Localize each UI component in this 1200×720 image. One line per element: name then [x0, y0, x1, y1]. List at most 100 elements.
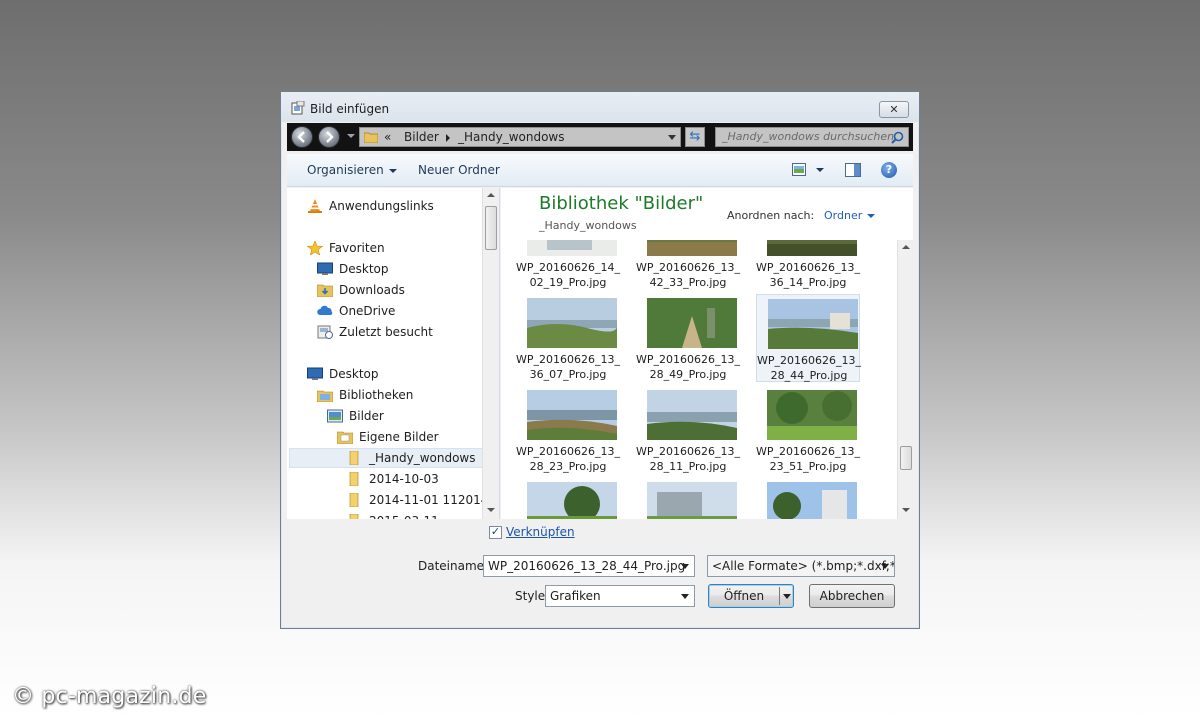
file-tile[interactable]: WP_20160626_13_ 42_33_Pro.jpg — [636, 240, 740, 290]
filename-label: Dateiname: — [418, 559, 489, 573]
file-name: WP_20160626_13_ 36_14_Pro.jpg — [756, 261, 860, 289]
file-name: WP_20160626_13_ 36_07_Pro.jpg — [516, 353, 620, 381]
file-type-value: <Alle Formate> (*.bmp;*.dxf;*.e — [712, 559, 895, 573]
nav-item-label: OneDrive — [339, 304, 396, 318]
open-button-label: Öffnen — [723, 589, 765, 603]
help-button[interactable]: ? — [881, 162, 897, 178]
desktop-icon — [307, 367, 323, 380]
nav-item-label: 2014-11-01 112014 — [369, 493, 489, 507]
breadcrumb-overflow[interactable]: « — [384, 130, 391, 144]
link-checkbox[interactable]: ✓ — [489, 526, 502, 539]
nav-item-label: Zuletzt besucht — [339, 325, 433, 339]
folder-icon — [349, 472, 359, 486]
folder-icon — [349, 514, 359, 519]
scroll-up-arrow-icon[interactable] — [487, 193, 495, 197]
back-button[interactable] — [291, 126, 313, 148]
chevron-down-icon[interactable] — [783, 594, 791, 599]
arrange-by-dropdown[interactable]: Ordner — [824, 209, 876, 222]
refresh-button[interactable]: ⇆ — [685, 127, 705, 147]
cancel-button[interactable]: Abbrechen — [809, 584, 895, 608]
navpane-scroll-thumb[interactable] — [485, 206, 497, 250]
scroll-down-arrow-icon[interactable] — [487, 508, 495, 512]
open-button[interactable]: Öffnen — [708, 584, 794, 608]
close-button[interactable]: ✕ — [879, 101, 909, 118]
search-input[interactable]: _Handy_wondows durchsuchen — [722, 130, 894, 143]
file-name: WP_20160626_13_ 42_33_Pro.jpg — [636, 261, 740, 289]
command-bar: Organisieren Neuer Ordner ? — [287, 154, 913, 187]
file-tile[interactable] — [636, 478, 740, 519]
filename-field[interactable]: WP_20160626_13_28_44_Pro.jpg — [483, 555, 695, 577]
nav-item-label: Downloads — [339, 283, 405, 297]
chevron-down-icon[interactable] — [881, 564, 889, 569]
file-list-pane: Bibliothek "Bilder" _Handy_wondows Anord… — [501, 188, 913, 519]
nav-item-label: _Handy_wondows — [369, 451, 476, 465]
style-value: Grafiken — [550, 589, 601, 603]
library-title: Bibliothek "Bilder" — [539, 193, 704, 214]
organize-button[interactable]: Organisieren — [307, 163, 397, 177]
folder-icon — [349, 493, 359, 507]
file-tile[interactable]: WP_20160626_13_ 36_14_Pro.jpg — [756, 240, 860, 290]
file-tile-selected[interactable]: WP_20160626_13_ 28_44_Pro.jpg — [756, 294, 861, 382]
photo-thumbnail — [527, 482, 617, 519]
chevron-down-icon[interactable] — [681, 564, 689, 569]
libraries-icon — [317, 390, 333, 402]
file-tile[interactable]: WP_20160626_13_ 36_07_Pro.jpg — [516, 294, 620, 382]
preview-pane-icon[interactable] — [845, 163, 861, 177]
file-tile[interactable]: WP_20160626_13_ 28_11_Pro.jpg — [636, 386, 740, 474]
view-options-icon[interactable] — [792, 163, 806, 176]
new-folder-button[interactable]: Neuer Ordner — [418, 163, 500, 177]
address-dropdown[interactable] — [668, 135, 676, 140]
refresh-icon: ⇆ — [689, 129, 701, 144]
split-divider — [779, 587, 780, 605]
file-tile[interactable]: WP_20160626_14_ 02_19_Pro.jpg — [516, 240, 620, 290]
navigation-bar: « Bilder _Handy_wondows ⇆ _Handy_wondows… — [287, 123, 913, 151]
search-icon[interactable] — [891, 131, 904, 144]
cloud-icon — [317, 305, 333, 315]
title-bar[interactable]: Bild einfügen ✕ — [281, 92, 919, 122]
arrange-by-label: Anordnen nach: — [727, 209, 815, 222]
scroll-up-arrow-icon[interactable] — [902, 245, 910, 249]
navpane-scrollbar[interactable] — [482, 188, 499, 519]
thumbnail-grid: WP_20160626_14_ 02_19_Pro.jpg WP_20160626… — [501, 240, 899, 519]
photo-thumbnail — [527, 390, 617, 440]
photo-thumbnail — [647, 298, 737, 348]
file-tile[interactable]: WP_20160626_13_ 23_51_Pro.jpg — [756, 386, 860, 474]
file-tile[interactable]: WP_20160626_13_ 28_49_Pro.jpg — [636, 294, 740, 382]
nav-item-label: Desktop — [329, 367, 379, 381]
chevron-down-icon[interactable] — [681, 594, 689, 599]
forward-button[interactable] — [318, 126, 340, 148]
breadcrumb-bilder[interactable]: Bilder — [404, 130, 439, 144]
file-type-select[interactable]: <Alle Formate> (*.bmp;*.dxf;*.e — [707, 555, 895, 577]
vlc-cone-icon — [308, 199, 322, 213]
address-bar[interactable]: « Bilder _Handy_wondows — [359, 127, 681, 147]
folder-icon — [364, 132, 378, 143]
dialog-title: Bild einfügen — [310, 102, 390, 116]
nav-item-label: Bibliotheken — [339, 388, 414, 402]
photo-thumbnail — [767, 390, 857, 440]
folder-icon — [349, 451, 359, 465]
link-checkbox-label[interactable]: Verknüpfen — [506, 525, 575, 539]
search-box[interactable]: _Handy_wondows durchsuchen — [715, 127, 909, 147]
file-list-scrollbar[interactable] — [897, 240, 913, 519]
recent-locations-dropdown[interactable] — [347, 134, 355, 138]
scroll-down-arrow-icon[interactable] — [902, 508, 910, 512]
file-tile[interactable] — [756, 478, 860, 519]
breadcrumb-current-folder[interactable]: _Handy_wondows — [458, 130, 565, 144]
organize-label: Organisieren — [307, 163, 384, 177]
nav-item-label: Eigene Bilder — [359, 430, 439, 444]
breadcrumb-separator[interactable] — [446, 134, 450, 142]
insert-picture-dialog: Bild einfügen ✕ « Bilder _Handy_wondows … — [280, 91, 920, 629]
photo-thumbnail — [527, 240, 617, 256]
pictures-library-icon — [327, 409, 343, 423]
file-tile[interactable] — [516, 478, 620, 519]
back-arrow-icon — [297, 131, 305, 143]
file-tile[interactable]: WP_20160626_13_ 28_23_Pro.jpg — [516, 386, 620, 474]
style-select[interactable]: Grafiken — [545, 585, 695, 607]
nav-item-label: Bilder — [349, 409, 384, 423]
file-list-scroll-thumb[interactable] — [900, 446, 912, 470]
view-dropdown-chevron-icon[interactable] — [816, 168, 824, 172]
arrange-by-value: Ordner — [824, 209, 863, 222]
chevron-down-icon — [388, 168, 397, 173]
navigation-pane: Anwendungslinks Favoriten Desktop Downlo… — [287, 188, 500, 519]
watermark: © pc-magazin.de — [12, 684, 207, 709]
